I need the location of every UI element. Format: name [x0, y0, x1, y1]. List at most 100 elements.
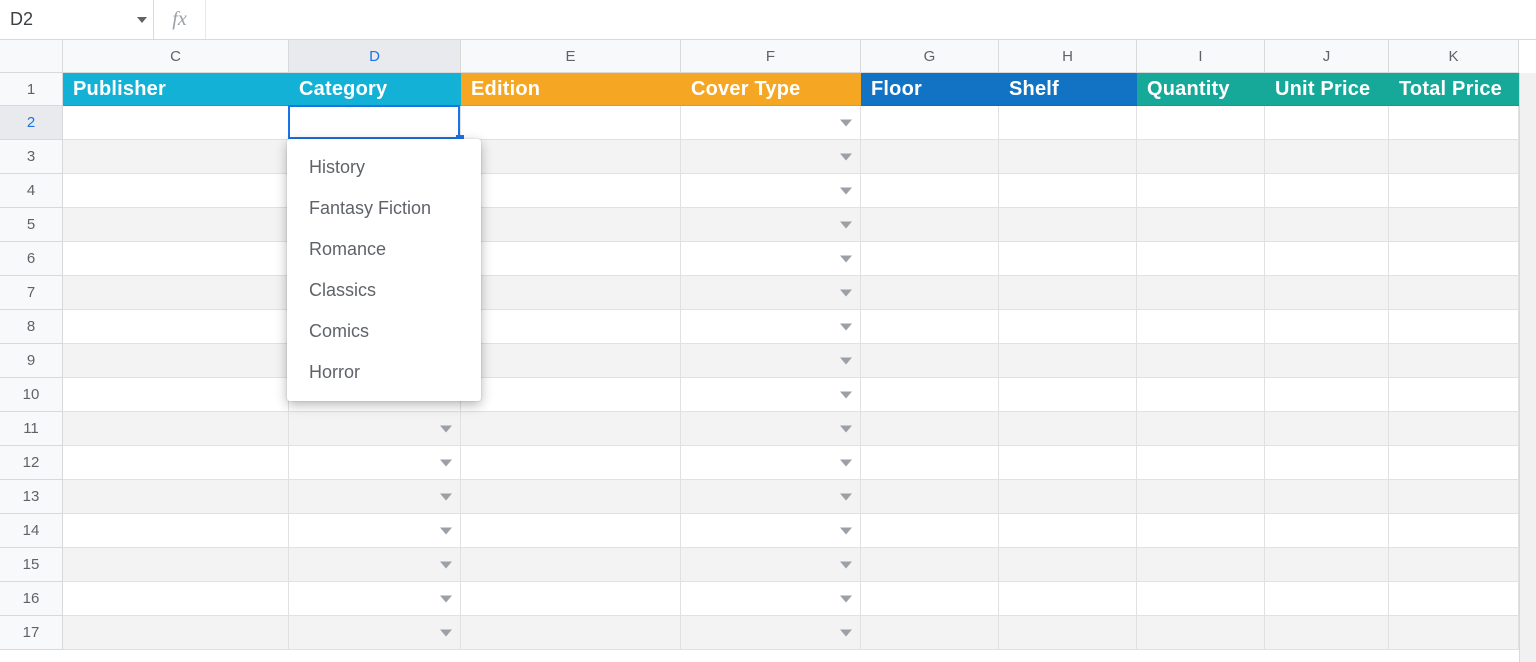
- cell-H4[interactable]: [999, 174, 1137, 208]
- cell-K12[interactable]: [1389, 446, 1519, 480]
- cell-G17[interactable]: [861, 616, 999, 650]
- cell-K14[interactable]: [1389, 514, 1519, 548]
- cell-J7[interactable]: [1265, 276, 1389, 310]
- cell-H14[interactable]: [999, 514, 1137, 548]
- cell-G6[interactable]: [861, 242, 999, 276]
- dropdown-arrow-icon[interactable]: [440, 459, 452, 466]
- cell-D2[interactable]: [289, 106, 461, 140]
- cell-C10[interactable]: [63, 378, 289, 412]
- cell-I7[interactable]: [1137, 276, 1265, 310]
- cell-C12[interactable]: [63, 446, 289, 480]
- cell-F1[interactable]: Cover Type: [681, 73, 861, 106]
- cell-H9[interactable]: [999, 344, 1137, 378]
- cell-D13[interactable]: [289, 480, 461, 514]
- row-header-10[interactable]: 10: [0, 378, 63, 412]
- cell-J10[interactable]: [1265, 378, 1389, 412]
- cell-I15[interactable]: [1137, 548, 1265, 582]
- cell-I8[interactable]: [1137, 310, 1265, 344]
- row-header-16[interactable]: 16: [0, 582, 63, 616]
- cell-D12[interactable]: [289, 446, 461, 480]
- cell-J3[interactable]: [1265, 140, 1389, 174]
- cell-H7[interactable]: [999, 276, 1137, 310]
- dropdown-arrow-icon[interactable]: [440, 595, 452, 602]
- column-header-C[interactable]: C: [63, 40, 289, 73]
- cell-K5[interactable]: [1389, 208, 1519, 242]
- cell-H10[interactable]: [999, 378, 1137, 412]
- cell-F10[interactable]: [681, 378, 861, 412]
- cell-I13[interactable]: [1137, 480, 1265, 514]
- cell-G10[interactable]: [861, 378, 999, 412]
- cell-I12[interactable]: [1137, 446, 1265, 480]
- row-header-1[interactable]: 1: [0, 73, 63, 106]
- cell-F15[interactable]: [681, 548, 861, 582]
- cell-I16[interactable]: [1137, 582, 1265, 616]
- cell-F4[interactable]: [681, 174, 861, 208]
- cell-J8[interactable]: [1265, 310, 1389, 344]
- cell-C16[interactable]: [63, 582, 289, 616]
- cell-H13[interactable]: [999, 480, 1137, 514]
- cell-G13[interactable]: [861, 480, 999, 514]
- name-box-dropdown-button[interactable]: [130, 0, 154, 39]
- cell-F17[interactable]: [681, 616, 861, 650]
- dropdown-option[interactable]: Fantasy Fiction: [287, 188, 481, 229]
- cell-J5[interactable]: [1265, 208, 1389, 242]
- dropdown-option[interactable]: Comics: [287, 311, 481, 352]
- cell-E4[interactable]: [461, 174, 681, 208]
- cell-C15[interactable]: [63, 548, 289, 582]
- column-header-F[interactable]: F: [681, 40, 861, 73]
- dropdown-arrow-icon[interactable]: [840, 221, 852, 228]
- cell-F16[interactable]: [681, 582, 861, 616]
- row-header-8[interactable]: 8: [0, 310, 63, 344]
- cell-G5[interactable]: [861, 208, 999, 242]
- cell-D1[interactable]: Category: [289, 73, 461, 106]
- cell-J9[interactable]: [1265, 344, 1389, 378]
- cell-G1[interactable]: Floor: [861, 73, 999, 106]
- column-header-G[interactable]: G: [861, 40, 999, 73]
- row-header-4[interactable]: 4: [0, 174, 63, 208]
- cell-J13[interactable]: [1265, 480, 1389, 514]
- row-header-9[interactable]: 9: [0, 344, 63, 378]
- row-header-15[interactable]: 15: [0, 548, 63, 582]
- dropdown-arrow-icon[interactable]: [840, 425, 852, 432]
- cell-D16[interactable]: [289, 582, 461, 616]
- cell-C11[interactable]: [63, 412, 289, 446]
- dropdown-arrow-icon[interactable]: [440, 425, 452, 432]
- row-header-7[interactable]: 7: [0, 276, 63, 310]
- cell-E13[interactable]: [461, 480, 681, 514]
- dropdown-arrow-icon[interactable]: [840, 289, 852, 296]
- dropdown-option[interactable]: Classics: [287, 270, 481, 311]
- dropdown-option[interactable]: History: [287, 147, 481, 188]
- cell-I5[interactable]: [1137, 208, 1265, 242]
- cell-C3[interactable]: [63, 140, 289, 174]
- dropdown-arrow-icon[interactable]: [840, 391, 852, 398]
- cell-I10[interactable]: [1137, 378, 1265, 412]
- cell-G8[interactable]: [861, 310, 999, 344]
- cell-K7[interactable]: [1389, 276, 1519, 310]
- cell-F11[interactable]: [681, 412, 861, 446]
- row-header-13[interactable]: 13: [0, 480, 63, 514]
- dropdown-arrow-icon[interactable]: [440, 629, 452, 636]
- cell-H16[interactable]: [999, 582, 1137, 616]
- row-header-2[interactable]: 2: [0, 106, 63, 140]
- cell-K6[interactable]: [1389, 242, 1519, 276]
- cell-I1[interactable]: Quantity: [1137, 73, 1265, 106]
- dropdown-arrow-icon[interactable]: [440, 527, 452, 534]
- cell-J4[interactable]: [1265, 174, 1389, 208]
- dropdown-arrow-icon[interactable]: [440, 561, 452, 568]
- cell-C17[interactable]: [63, 616, 289, 650]
- cell-K17[interactable]: [1389, 616, 1519, 650]
- cell-C9[interactable]: [63, 344, 289, 378]
- cell-E10[interactable]: [461, 378, 681, 412]
- cell-F13[interactable]: [681, 480, 861, 514]
- cell-G11[interactable]: [861, 412, 999, 446]
- cell-E15[interactable]: [461, 548, 681, 582]
- vertical-scrollbar[interactable]: [1519, 73, 1536, 662]
- cell-E8[interactable]: [461, 310, 681, 344]
- cell-K13[interactable]: [1389, 480, 1519, 514]
- cell-I9[interactable]: [1137, 344, 1265, 378]
- cell-D15[interactable]: [289, 548, 461, 582]
- cell-E9[interactable]: [461, 344, 681, 378]
- cell-H3[interactable]: [999, 140, 1137, 174]
- cell-H17[interactable]: [999, 616, 1137, 650]
- cell-K4[interactable]: [1389, 174, 1519, 208]
